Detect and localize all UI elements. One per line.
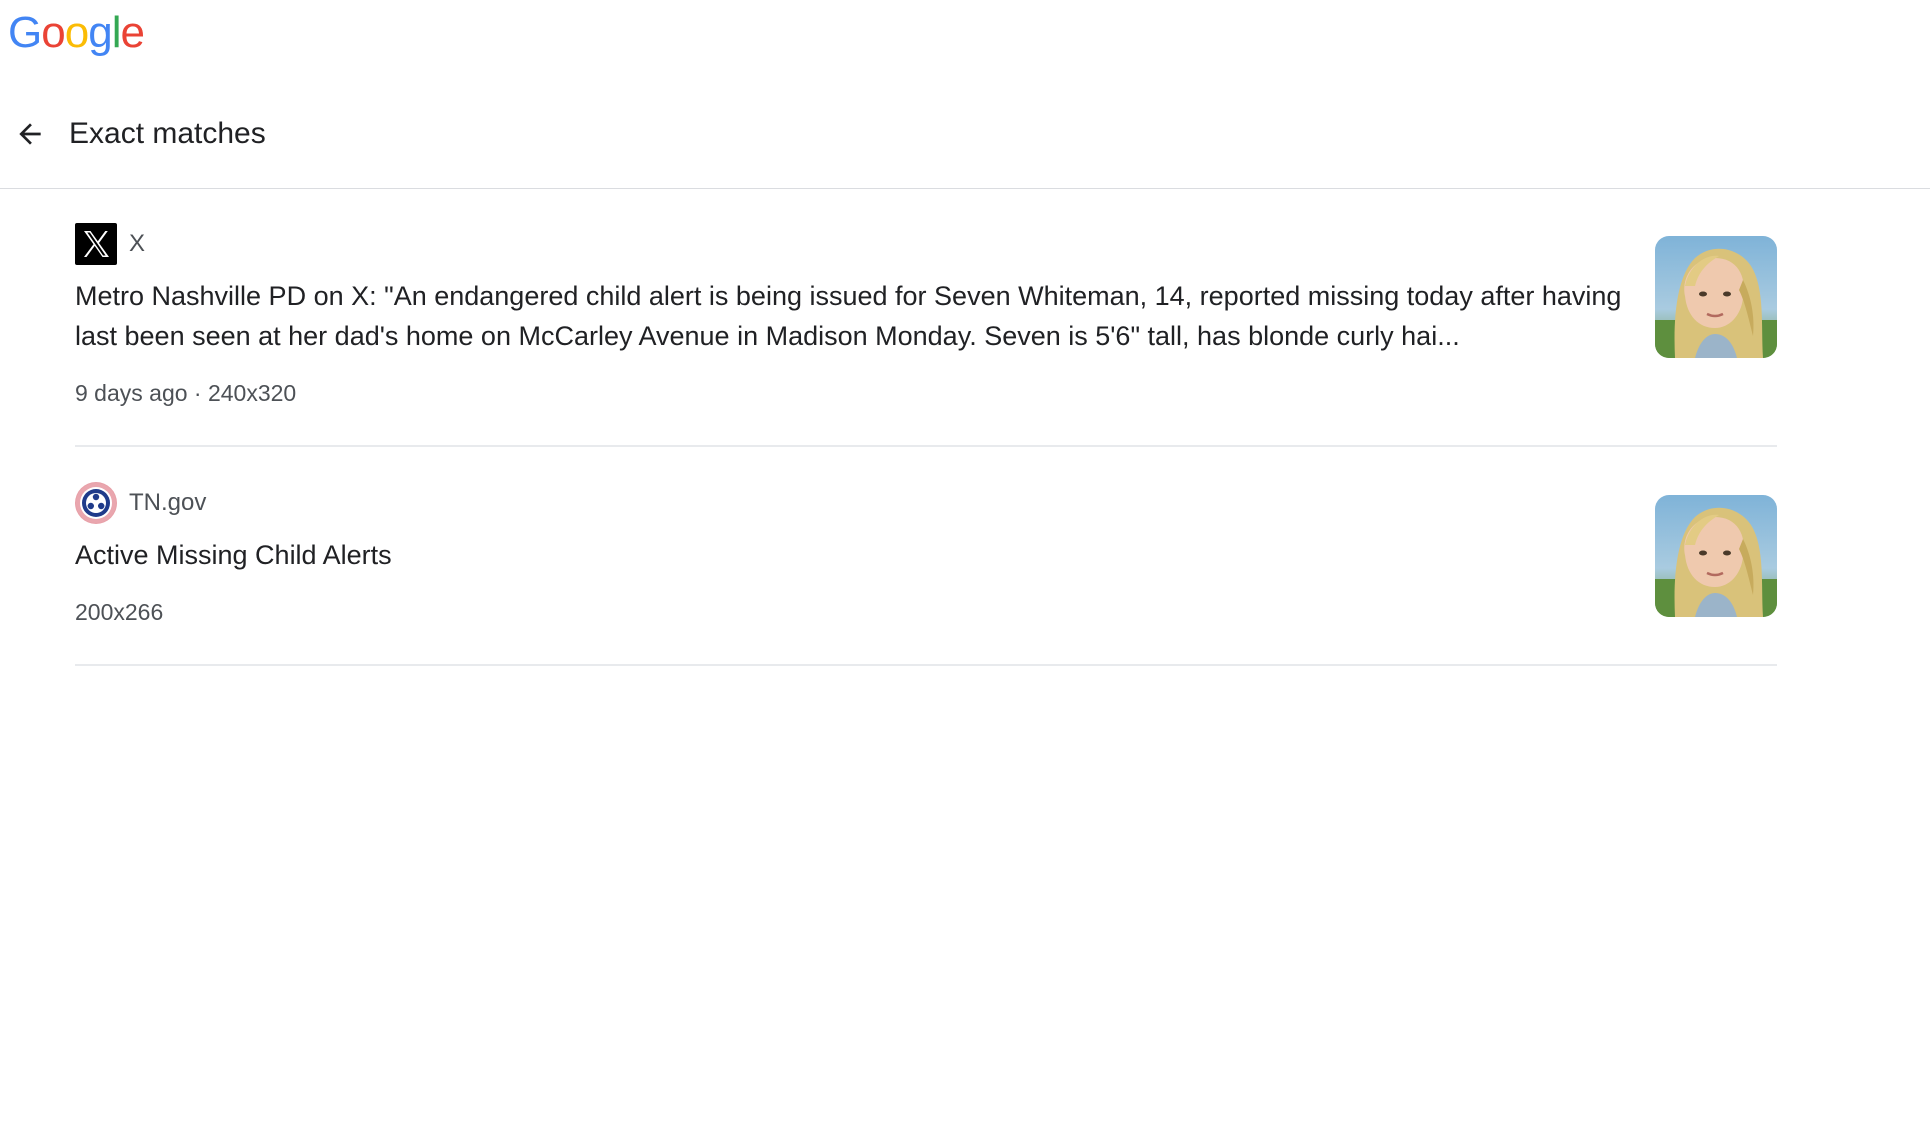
- arrow-left-icon: [19, 123, 41, 145]
- source-row[interactable]: TN.gov: [75, 482, 206, 524]
- result-thumbnail[interactable]: [1655, 495, 1777, 617]
- logo-letter: l: [111, 8, 122, 57]
- google-logo[interactable]: Google: [8, 8, 145, 58]
- tennessee-seal-icon: [75, 482, 117, 524]
- result-title-link[interactable]: Metro Nashville PD on X: "An endangered …: [75, 276, 1635, 356]
- result-thumbnail[interactable]: [1655, 236, 1777, 358]
- source-name: X: [129, 230, 146, 257]
- portrait-photo-image: [1655, 495, 1777, 617]
- result-title-link[interactable]: Active Missing Child Alerts: [75, 535, 392, 575]
- portrait-photo-image: [1655, 236, 1777, 358]
- logo-letter: o: [64, 8, 90, 57]
- result-meta: 200x266: [75, 599, 164, 625]
- x-logo-icon: [75, 223, 117, 265]
- list-item: X Metro Nashville PD on X: "An endangere…: [75, 188, 1777, 447]
- source-name: TN.gov: [129, 489, 207, 516]
- results-list: X Metro Nashville PD on X: "An endangere…: [75, 188, 1777, 666]
- logo-letter: o: [41, 8, 66, 57]
- results-header: Exact matches: [0, 100, 1930, 189]
- page-title: Exact matches: [69, 117, 266, 150]
- logo-letter: G: [8, 8, 42, 57]
- logo-letter: e: [120, 8, 145, 57]
- list-item: TN.gov Active Missing Child Alerts 200x2…: [75, 447, 1777, 666]
- logo-letter: g: [88, 8, 113, 57]
- source-row[interactable]: X: [75, 223, 145, 265]
- back-button[interactable]: [10, 114, 50, 154]
- result-meta: 9 days ago · 240x320: [75, 380, 297, 406]
